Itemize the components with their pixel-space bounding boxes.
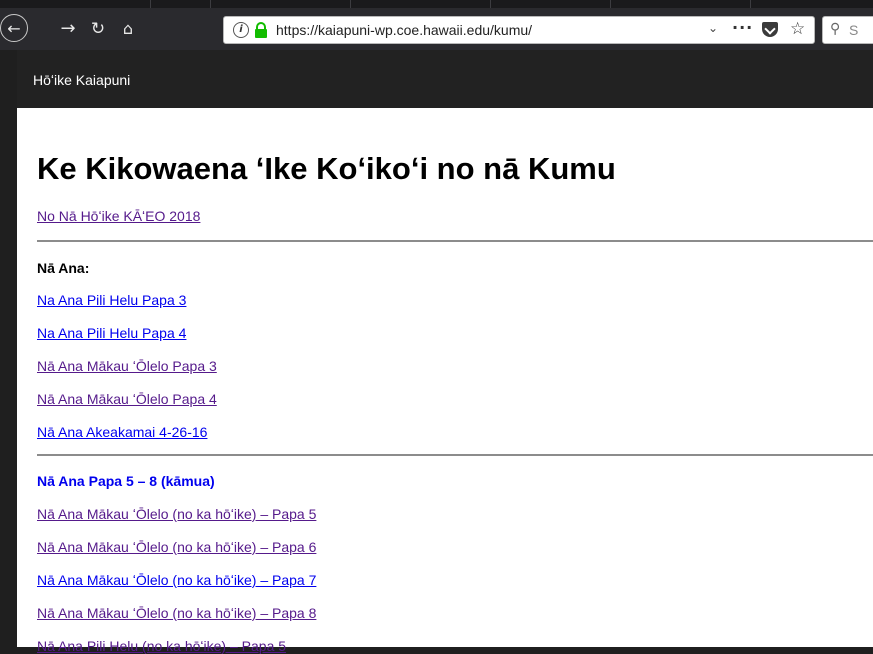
list-link[interactable]: Nā Ana Mākau ʻŌlelo (no ka hōʻike) – Pap…: [37, 572, 316, 588]
browser-toolbar: ← → ↻ ⌂ i https://kaiapuni-wp.coe.hawaii…: [0, 0, 873, 50]
list-link[interactable]: Nā Ana Mākau ʻŌlelo (no ka hōʻike) – Pap…: [37, 605, 316, 621]
list-link[interactable]: Nā Ana Mākau ʻŌlelo (no ka hōʻike) – Pap…: [37, 506, 316, 522]
star-icon[interactable]: ☆: [790, 19, 805, 39]
reload-button[interactable]: ↻: [86, 17, 110, 41]
back-button[interactable]: ←: [0, 14, 28, 42]
list-link[interactable]: Na Ana Pili Helu Papa 4: [37, 325, 186, 341]
section-title[interactable]: Nā Ana Papa 5 – 8 (kāmua): [37, 473, 215, 489]
site-header: Hōʻike Kaiapuni: [17, 50, 873, 108]
url-text[interactable]: https://kaiapuni-wp.coe.hawaii.edu/kumu/: [276, 22, 532, 38]
pocket-icon[interactable]: [762, 22, 778, 37]
page-content: Ke Kikowaena ʻIke Koʻikoʻi no nā Kumu No…: [17, 108, 873, 654]
search-icon: ⚲: [830, 21, 841, 37]
search-input[interactable]: ⚲ S: [822, 16, 873, 44]
forward-button[interactable]: →: [56, 17, 80, 41]
divider: [37, 240, 873, 242]
chevron-down-icon[interactable]: ⌄: [708, 21, 718, 35]
divider: [37, 454, 873, 456]
tab-strip: [0, 0, 873, 8]
info-icon[interactable]: i: [233, 22, 249, 38]
site-title[interactable]: Hōʻike Kaiapuni: [33, 72, 130, 88]
home-icon: ⌂: [122, 19, 134, 38]
reload-icon: ↻: [90, 19, 106, 39]
more-icon[interactable]: ···: [732, 18, 753, 37]
list-link[interactable]: Nā Ana Mākau ʻŌlelo Papa 4: [37, 391, 217, 407]
address-bar[interactable]: i https://kaiapuni-wp.coe.hawaii.edu/kum…: [223, 16, 815, 44]
list-link[interactable]: Nā Ana Mākau ʻŌlelo (no ka hōʻike) – Pap…: [37, 539, 316, 555]
page-title: Ke Kikowaena ʻIke Koʻikoʻi no nā Kumu: [37, 151, 616, 186]
lock-icon: [255, 22, 267, 38]
top-link[interactable]: No Nā Hōʻike KĀʻEO 2018: [37, 208, 200, 224]
search-placeholder: S: [849, 22, 859, 38]
arrow-right-icon: →: [60, 18, 76, 39]
list-link[interactable]: Nā Ana Akeakamai 4-26-16: [37, 424, 207, 440]
arrow-left-icon: ←: [7, 19, 21, 38]
list-link[interactable]: Na Ana Pili Helu Papa 3: [37, 292, 186, 308]
section-title: Nā Ana:: [37, 260, 90, 276]
list-link[interactable]: Nā Ana Mākau ʻŌlelo Papa 3: [37, 358, 217, 374]
list-link[interactable]: Nā Ana Pili Helu (no ka hōʻike) – Papa 5: [37, 638, 286, 654]
home-button[interactable]: ⌂: [116, 17, 140, 41]
